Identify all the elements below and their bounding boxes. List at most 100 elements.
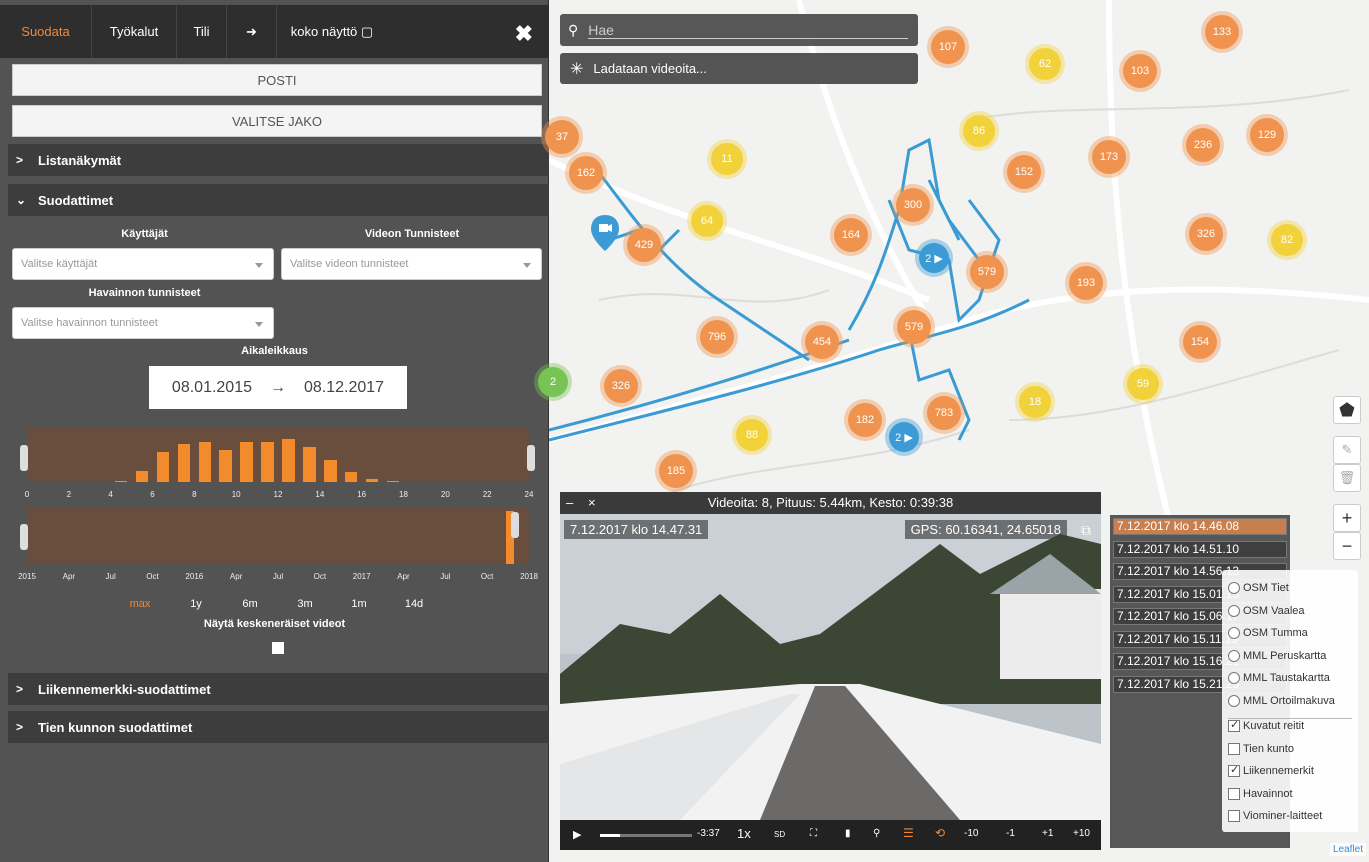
zoom-in-button[interactable]: + [1333, 504, 1361, 532]
layer-option[interactable]: OSM Vaalea [1228, 604, 1305, 617]
layer-option[interactable]: OSM Tumma [1228, 627, 1308, 639]
map-cluster[interactable]: 82 [1271, 224, 1303, 256]
overlay-option[interactable]: Viominer-laitteet [1228, 810, 1322, 822]
users-select[interactable]: Valitse käyttäjät [12, 248, 274, 280]
overlay-option[interactable]: Havainnot [1228, 787, 1293, 800]
map-cluster[interactable]: 107 [931, 30, 965, 64]
list-icon[interactable]: ☰ [903, 826, 914, 840]
overlay-option[interactable]: Tien kunto [1228, 742, 1294, 755]
zoom-out-button[interactable]: − [1333, 532, 1361, 560]
map-cluster[interactable]: 11 [711, 143, 743, 175]
range-1m-button[interactable]: 1m [351, 598, 366, 610]
overlay-option[interactable]: Kuvatut reitit [1228, 718, 1304, 732]
range-6m-button[interactable]: 6m [242, 598, 257, 610]
video-ids-select[interactable]: Valitse videon tunnisteet [281, 248, 542, 280]
progress-track[interactable] [600, 834, 692, 837]
map-cluster[interactable]: 579 [897, 310, 931, 344]
video-list-item[interactable]: 7.12.2017 klo 14.51.10 [1113, 540, 1287, 558]
loop-icon[interactable]: ⟲ [935, 826, 945, 840]
map-cluster[interactable]: 2 ▶ [919, 243, 949, 273]
map-cluster[interactable]: 193 [1069, 266, 1103, 300]
layer-option[interactable]: MML Taustakartta [1228, 672, 1330, 684]
video-list-item[interactable]: 7.12.2017 klo 14.46.08 [1113, 518, 1287, 535]
date-end-handle[interactable] [510, 512, 519, 538]
copy-icon[interactable]: ⧉ [1081, 522, 1091, 539]
search-input[interactable] [588, 21, 909, 39]
map-cluster[interactable]: 152 [1007, 155, 1041, 189]
quality-toggle[interactable]: SD [774, 830, 785, 839]
leaflet-attribution[interactable]: Leaflet [1330, 843, 1367, 856]
date-histogram[interactable] [27, 508, 529, 564]
layer-option[interactable]: MML Ortoilmakuva [1228, 694, 1335, 707]
layer-option[interactable]: MML Peruskartta [1228, 649, 1326, 662]
range-14d-button[interactable]: 14d [405, 598, 423, 610]
map-cluster[interactable]: 182 [848, 403, 882, 437]
map-cluster[interactable]: 173 [1092, 140, 1126, 174]
logout-icon[interactable]: ➜ [227, 5, 277, 58]
hour-histogram[interactable] [27, 428, 529, 482]
map-cluster[interactable]: 300 [896, 188, 930, 222]
range-3m-button[interactable]: 3m [297, 598, 312, 610]
map-cluster[interactable]: 62 [1029, 48, 1061, 80]
tab-filter[interactable]: Suodata [0, 5, 92, 58]
valitse-jako-button[interactable]: VALITSE JAKO [12, 105, 542, 137]
map-cluster[interactable]: 454 [805, 325, 839, 359]
section-suodattimet[interactable]: ⌄ Suodattimet [8, 184, 549, 216]
range-1y-button[interactable]: 1y [190, 598, 202, 610]
map-cluster[interactable]: 236 [1186, 128, 1220, 162]
seek-forward-1[interactable]: +1 [1042, 828, 1053, 839]
map-cluster[interactable]: 37 [545, 120, 579, 154]
date-range-picker[interactable]: 08.01.2015 → 08.12.2017 [149, 366, 407, 409]
close-video-button[interactable]: × [588, 492, 596, 514]
map-cluster[interactable]: 103 [1123, 54, 1157, 88]
play-icon[interactable]: ▶ [573, 828, 581, 841]
map-cluster[interactable]: 129 [1250, 118, 1284, 152]
map-cluster[interactable]: 185 [659, 454, 693, 488]
map-cluster[interactable]: 2 ▶ [889, 422, 919, 452]
video-marker-icon[interactable] [591, 215, 619, 251]
fullscreen-icon[interactable]: ⛶ [810, 828, 817, 839]
draw-polygon-icon[interactable]: ⬟ [1333, 396, 1361, 424]
map-cluster[interactable]: 133 [1205, 15, 1239, 49]
seek-back-10[interactable]: -10 [964, 828, 978, 839]
map-cluster[interactable]: 326 [1189, 217, 1223, 251]
seek-forward-10[interactable]: +10 [1073, 828, 1090, 839]
minimize-button[interactable]: – [566, 492, 573, 514]
map-pin-icon[interactable]: ⚲ [873, 828, 880, 839]
map-cluster[interactable]: 59 [1127, 368, 1159, 400]
hour-end-handle[interactable] [527, 445, 535, 471]
map-cluster[interactable]: 162 [569, 156, 603, 190]
seek-back-1[interactable]: -1 [1006, 828, 1015, 839]
tab-tools[interactable]: Työkalut [92, 5, 177, 58]
section-tien-kunto[interactable]: > Tien kunnon suodattimet [8, 711, 549, 743]
map-cluster[interactable]: 88 [736, 419, 768, 451]
fullscreen-toggle[interactable]: koko näyttö ▢ [277, 5, 387, 58]
map-cluster[interactable]: 86 [963, 115, 995, 147]
range-max-button[interactable]: max [130, 598, 151, 610]
playback-speed[interactable]: 1x [737, 826, 751, 841]
map-cluster[interactable]: 796 [700, 320, 734, 354]
layer-option[interactable]: OSM Tiet [1228, 582, 1289, 594]
edit-icon[interactable]: ✎ [1333, 436, 1361, 464]
map-cluster[interactable]: 18 [1019, 386, 1051, 418]
observation-select[interactable]: Valitse havainnon tunnisteet [12, 307, 274, 339]
section-liikennemerkki[interactable]: > Liikennemerkki-suodattimet [8, 673, 549, 705]
map-cluster[interactable]: 154 [1183, 325, 1217, 359]
map-cluster[interactable]: 783 [927, 396, 961, 430]
posti-button[interactable]: POSTI [12, 64, 542, 96]
date-start-handle[interactable] [20, 524, 28, 550]
section-listanakymat[interactable]: > Listanäkymät [8, 144, 549, 176]
map-cluster[interactable]: 579 [970, 255, 1004, 289]
map-cluster[interactable]: 429 [627, 228, 661, 262]
trash-icon[interactable]: ▮ [845, 828, 851, 839]
wip-videos-checkbox[interactable] [272, 642, 284, 654]
hour-start-handle[interactable] [20, 445, 28, 471]
map-cluster[interactable]: 64 [691, 205, 723, 237]
map-cluster[interactable]: 2 [538, 367, 568, 397]
close-icon[interactable]: ✖ [515, 21, 533, 47]
video-frame[interactable]: 7.12.2017 klo 14.47.31 GPS: 60.16341, 24… [560, 514, 1101, 820]
map-cluster[interactable]: 164 [834, 218, 868, 252]
delete-icon[interactable]: 🗑 [1333, 464, 1361, 492]
map-cluster[interactable]: 326 [604, 369, 638, 403]
overlay-option[interactable]: Liikennemerkit [1228, 763, 1314, 777]
